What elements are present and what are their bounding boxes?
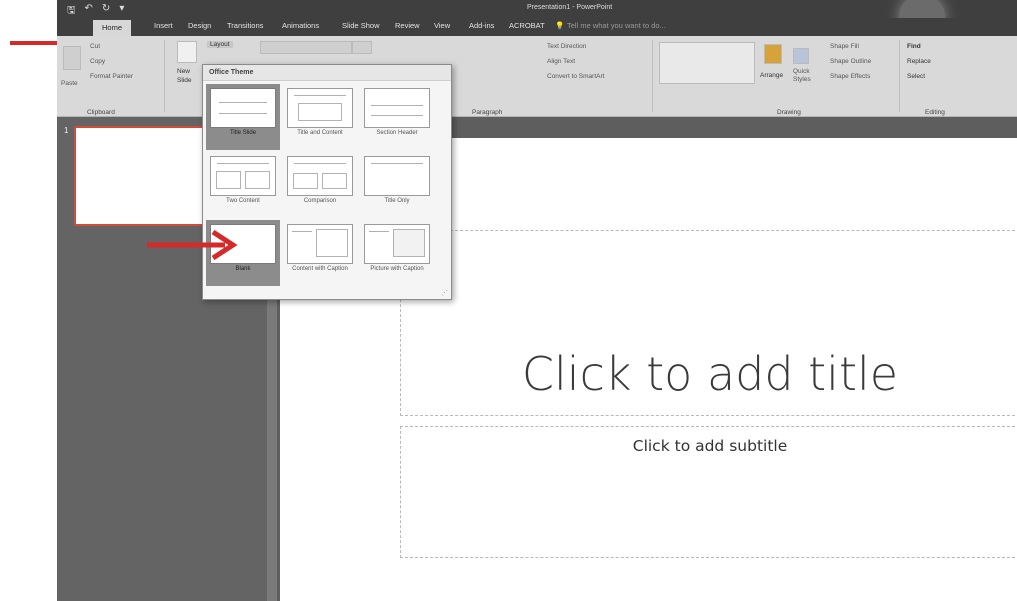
ribbon-tabs: Home Insert Design Transitions Animation…	[57, 18, 1017, 36]
tab-view[interactable]: View	[434, 21, 450, 30]
tab-home[interactable]: Home	[93, 20, 132, 36]
layout-button[interactable]: Layout	[207, 41, 233, 48]
arrange-icon[interactable]	[764, 44, 782, 64]
align-text-button[interactable]: Align Text	[547, 58, 575, 65]
new-slide-icon[interactable]	[177, 41, 197, 63]
window-title: Presentation1 - PowerPoint	[527, 4, 613, 11]
text-direction-button[interactable]: Text Direction	[547, 43, 586, 50]
paragraph-group-label: Paragraph	[472, 109, 503, 116]
tab-animations[interactable]: Animations	[282, 21, 319, 30]
tell-me-box[interactable]: Tell me what you want to do...	[567, 21, 666, 30]
resize-grip-icon[interactable]: ⋰	[441, 289, 448, 297]
shape-effects-button[interactable]: Shape Effects	[830, 73, 870, 80]
convert-smartart-button[interactable]: Convert to SmartArt	[547, 73, 604, 80]
layout-caption: Comparison	[303, 198, 337, 204]
layout-caption: Blank	[235, 266, 251, 272]
tab-slide-show[interactable]: Slide Show	[342, 21, 380, 30]
new-slide-button[interactable]: New	[177, 68, 190, 75]
layout-content-with-caption[interactable]: Content with Caption	[283, 220, 357, 286]
layout-caption: Two Content	[226, 198, 260, 204]
shape-outline-button[interactable]: Shape Outline	[830, 58, 871, 65]
tab-acrobat[interactable]: ACROBAT	[509, 21, 545, 30]
slide-number: 1	[64, 126, 69, 135]
layout-caption: Section Header	[376, 130, 418, 136]
paste-icon[interactable]	[63, 46, 81, 70]
tab-transitions[interactable]: Transitions	[227, 21, 263, 30]
group-divider	[164, 40, 165, 112]
font-size-box[interactable]	[352, 41, 372, 54]
lightbulb-icon: 💡	[555, 21, 565, 30]
find-button[interactable]: Find	[907, 43, 921, 50]
new-slide-label: Slide	[177, 77, 192, 84]
layout-caption: Title and Content	[297, 130, 343, 136]
layout-title-and-content[interactable]: Title and Content	[283, 84, 357, 150]
layout-comparison[interactable]: Comparison	[283, 152, 357, 218]
select-button[interactable]: Select	[907, 73, 925, 80]
replace-button[interactable]: Replace	[907, 58, 931, 65]
ribbon: Paste Cut Copy Format Painter Clipboard …	[57, 36, 1017, 117]
cut-button[interactable]: Cut	[90, 43, 100, 50]
format-painter-button[interactable]: Format Painter	[90, 73, 133, 80]
title-bar: 🖫 ↶ ↻ ▾ Presentation1 - PowerPoint	[57, 0, 1017, 40]
font-name-box[interactable]	[260, 41, 352, 54]
group-divider	[652, 40, 653, 112]
tab-design[interactable]: Design	[188, 21, 211, 30]
subtitle-placeholder[interactable]: Click to add subtitle	[400, 426, 1017, 558]
gallery-header: Office Theme	[203, 65, 451, 81]
quick-styles-button[interactable]: Quick	[793, 68, 810, 75]
paste-button[interactable]: Paste	[61, 80, 78, 87]
tab-review[interactable]: Review	[395, 21, 420, 30]
shape-fill-button[interactable]: Shape Fill	[830, 43, 859, 50]
tab-add-ins[interactable]: Add-ins	[469, 21, 494, 30]
layout-title-only[interactable]: Title Only	[360, 152, 434, 218]
drawing-group-label: Drawing	[777, 109, 801, 116]
layout-caption: Title Only	[384, 198, 410, 204]
quick-styles-icon[interactable]	[793, 48, 809, 64]
editing-group-label: Editing	[925, 109, 945, 116]
shapes-gallery[interactable]	[659, 42, 755, 84]
arrow-pointing-blank-layout	[147, 229, 238, 261]
tab-insert[interactable]: Insert	[154, 21, 173, 30]
quick-styles-label: Styles	[793, 76, 811, 83]
layout-section-header[interactable]: Section Header	[360, 84, 434, 150]
title-placeholder[interactable]: Click to add title	[400, 230, 1017, 416]
powerpoint-window: 🖫 ↶ ↻ ▾ Presentation1 - PowerPoint Home …	[57, 0, 1017, 601]
layout-caption: Content with Caption	[292, 266, 348, 272]
layout-gallery: Office Theme Title Slide Title and Conte…	[202, 64, 452, 300]
layout-caption: Title Slide	[229, 130, 257, 136]
clipboard-group-label: Clipboard	[87, 109, 115, 116]
arrange-button[interactable]: Arrange	[760, 72, 783, 79]
layout-two-content[interactable]: Two Content	[206, 152, 280, 218]
layout-picture-with-caption[interactable]: Picture with Caption	[360, 220, 434, 286]
group-divider	[899, 40, 900, 112]
layout-caption: Picture with Caption	[370, 266, 424, 272]
copy-button[interactable]: Copy	[90, 58, 105, 65]
layout-title-slide[interactable]: Title Slide	[206, 84, 280, 150]
